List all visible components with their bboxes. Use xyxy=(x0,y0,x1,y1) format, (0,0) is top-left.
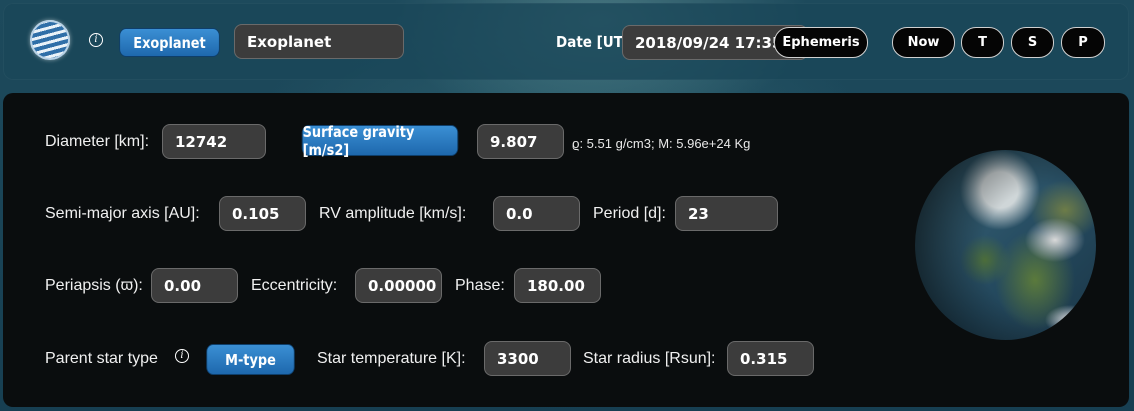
phase-field[interactable]: 180.00 xyxy=(514,268,601,303)
period-field[interactable]: 23 xyxy=(675,196,778,231)
surface-gravity-button[interactable]: Surface gravity [m/s2] xyxy=(301,123,459,159)
ephemeris-button[interactable]: Ephemeris xyxy=(774,27,868,58)
star-temperature-field[interactable]: 3300 xyxy=(484,341,571,376)
rv-amplitude-label: RV amplitude [km/s]: xyxy=(319,205,467,222)
app-logo-globe-icon[interactable] xyxy=(30,20,70,60)
s-button[interactable]: S xyxy=(1011,27,1054,58)
now-button[interactable]: Now xyxy=(892,27,955,58)
eccentricity-label: Eccentricity: xyxy=(251,277,338,294)
periapsis-field[interactable]: 0.00 xyxy=(151,268,238,303)
star-radius-label: Star radius [Rsun]: xyxy=(583,350,716,367)
period-label: Period [d]: xyxy=(593,205,666,222)
surface-gravity-field[interactable]: 9.807 xyxy=(477,124,564,159)
star-temperature-label: Star temperature [K]: xyxy=(317,350,466,367)
rv-amplitude-field[interactable]: 0.0 xyxy=(493,196,580,231)
star-type-info-icon[interactable]: i xyxy=(175,349,189,363)
parent-star-type-label: Parent star type xyxy=(45,350,158,367)
diameter-field[interactable]: 12742 xyxy=(162,124,266,159)
phase-label: Phase: xyxy=(455,277,505,294)
density-mass-text: ϱ: 5.51 g/cm3; M: 5.96e+24 Kg xyxy=(572,136,751,151)
semi-major-axis-label: Semi-major axis [AU]: xyxy=(45,205,200,222)
t-button[interactable]: T xyxy=(961,27,1004,58)
info-icon[interactable]: i xyxy=(89,33,103,47)
star-type-button[interactable]: M-type xyxy=(206,344,295,375)
diameter-label: Diameter [km]: xyxy=(45,133,150,150)
date-label: Date [UT] xyxy=(556,33,630,51)
planet-preview-image xyxy=(915,150,1096,340)
semi-major-axis-field[interactable]: 0.105 xyxy=(219,196,306,231)
star-radius-field[interactable]: 0.315 xyxy=(727,341,814,376)
object-type-button[interactable]: Exoplanet xyxy=(119,28,220,57)
periapsis-label: Periapsis (ϖ): xyxy=(45,277,143,294)
eccentricity-field[interactable]: 0.00000 xyxy=(355,268,442,303)
p-button[interactable]: P xyxy=(1061,27,1105,58)
object-name-field[interactable]: Exoplanet xyxy=(234,24,404,59)
